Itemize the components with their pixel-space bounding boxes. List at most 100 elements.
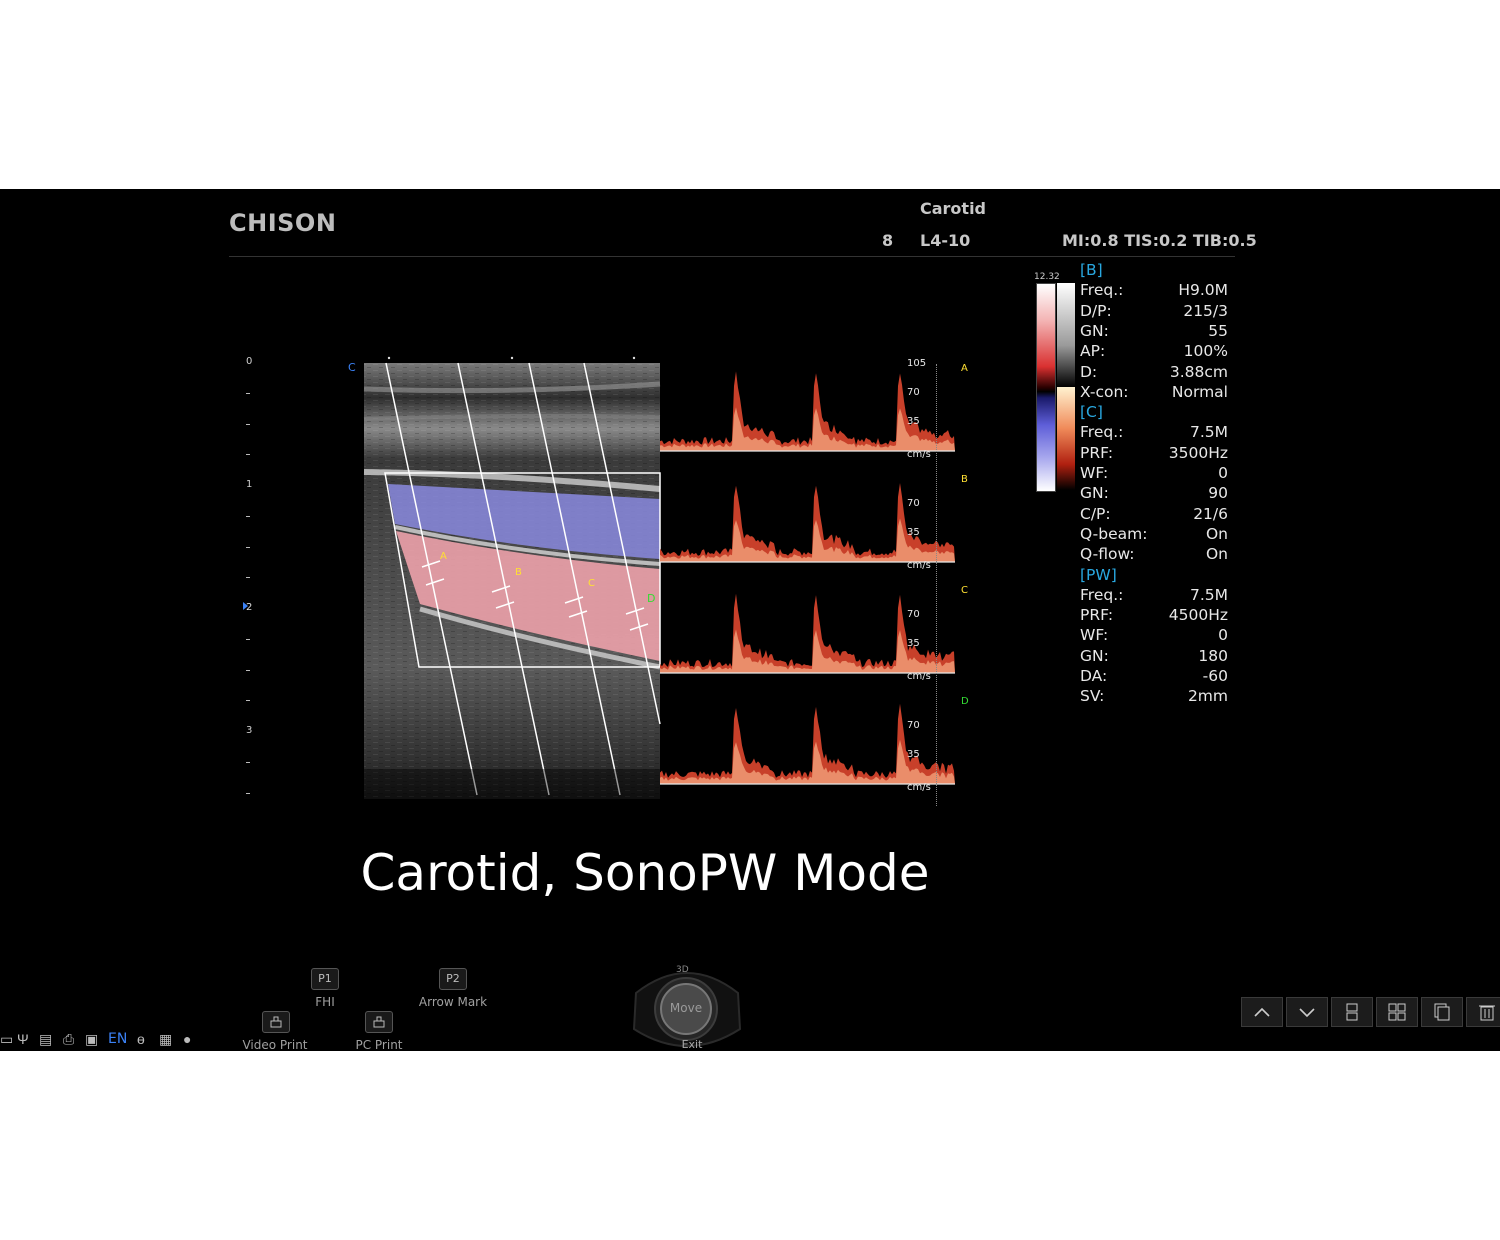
param-key: WF: xyxy=(1080,626,1109,645)
param-row: GN: 180 xyxy=(1080,646,1228,666)
gate-label-b: B xyxy=(515,567,522,578)
param-value: 0 xyxy=(1218,626,1228,645)
trace-scale-label: 35 xyxy=(907,416,920,427)
video-print-label: Video Print xyxy=(242,1038,308,1051)
trace-scale-label: 35 xyxy=(907,749,920,760)
safety-indices: MI:0.8 TIS:0.2 TIB:0.5 xyxy=(1062,231,1257,250)
image-corner-label: C xyxy=(348,361,356,374)
copy-icon xyxy=(1434,1003,1450,1021)
trackball-top-label: 3D xyxy=(676,965,689,975)
pc-print-label: PC Print xyxy=(355,1038,403,1051)
param-key: Q-flow: xyxy=(1080,545,1135,564)
printer-status-icon: ⎙ xyxy=(63,1031,75,1047)
depth-tick xyxy=(246,700,250,702)
network-icon: ▭ xyxy=(0,1031,14,1047)
print-icon xyxy=(270,1016,282,1028)
param-value: -60 xyxy=(1202,667,1228,685)
focus-dot-2 xyxy=(510,356,514,360)
depth-tick xyxy=(246,423,250,425)
param-key: X-con: xyxy=(1080,382,1129,401)
dicom-icon: ▦ xyxy=(159,1031,173,1047)
param-row: X-con: Normal xyxy=(1080,382,1228,402)
depth-label: 0 xyxy=(246,356,253,367)
copy-image-button[interactable] xyxy=(1421,997,1463,1027)
trace-scale-label: 35 xyxy=(907,527,920,538)
depth-tick xyxy=(246,392,250,394)
param-key: DA: xyxy=(1080,667,1108,685)
depth-tick xyxy=(246,515,250,517)
trace-scale-label: 70 xyxy=(907,720,920,731)
colorbar-max-label: 12.32 xyxy=(1034,272,1060,282)
param-key: AP: xyxy=(1080,342,1106,361)
param-value: On xyxy=(1205,524,1228,543)
param-row: Freq.: 7.5M xyxy=(1080,585,1228,605)
param-row: C/P: 21/6 xyxy=(1080,504,1228,524)
depth-tick xyxy=(246,577,250,579)
param-row: WF: 0 xyxy=(1080,625,1228,645)
param-row: Q-flow: On xyxy=(1080,544,1228,564)
battery-icon: ● xyxy=(183,1031,192,1047)
param-row: GN: 90 xyxy=(1080,483,1228,503)
layout-dual-button[interactable] xyxy=(1331,997,1373,1027)
param-key: WF: xyxy=(1080,464,1109,482)
trace-unit-label: cm/s xyxy=(907,671,931,682)
param-key: Q-beam: xyxy=(1080,524,1148,543)
focus-dot-3 xyxy=(632,356,636,360)
param-value: 4500Hz xyxy=(1168,606,1228,625)
trace-id-label: D xyxy=(961,696,969,707)
param-key: D/P: xyxy=(1080,301,1112,320)
ultrasound-screen: CHISON Carotid 8 L4-10 MI:0.8 TIS:0.2 TI… xyxy=(0,189,1500,1051)
chevron-down-icon xyxy=(1299,1008,1315,1018)
probe-index: 8 xyxy=(882,231,894,250)
trace-b xyxy=(660,483,955,563)
trace-d xyxy=(660,703,955,785)
trace-scale-label: 70 xyxy=(907,498,920,509)
depth-label: 3 xyxy=(246,725,253,736)
param-row: D: 3.88cm xyxy=(1080,362,1228,382)
delete-image-button[interactable] xyxy=(1466,997,1500,1027)
language-indicator[interactable]: EN xyxy=(108,1031,127,1047)
scroll-down-button[interactable] xyxy=(1286,997,1328,1027)
param-section-pw: [PW] xyxy=(1080,565,1117,584)
param-value: H9.0M xyxy=(1178,281,1228,300)
exam-preset: Carotid xyxy=(920,199,987,218)
param-value: 7.5M xyxy=(1189,423,1228,442)
param-value: On xyxy=(1205,545,1228,564)
focus-dot-1 xyxy=(387,356,391,360)
param-value: 100% xyxy=(1183,342,1228,361)
probe-status-icon: ɵ xyxy=(137,1031,145,1047)
trace-scale-line xyxy=(936,364,938,806)
pc-print-button[interactable] xyxy=(365,1011,393,1033)
param-key: GN: xyxy=(1080,646,1109,665)
param-value: 215/3 xyxy=(1183,301,1228,320)
param-key: D: xyxy=(1080,362,1098,381)
param-row: Freq.: H9.0M xyxy=(1080,280,1228,300)
p1-key[interactable]: P1 xyxy=(311,968,339,990)
probe-name: L4-10 xyxy=(920,231,971,250)
storage-icon: ▤ xyxy=(39,1031,53,1047)
gate-label-d: D xyxy=(647,592,656,605)
depth-label: 1 xyxy=(246,479,253,490)
mode-caption: Carotid, SonoPW Mode xyxy=(360,844,930,902)
scroll-up-button[interactable] xyxy=(1241,997,1283,1027)
param-row: SV: 2mm xyxy=(1080,686,1228,706)
trackball-center-label: Move xyxy=(669,1001,703,1015)
p2-label: Arrow Mark xyxy=(418,995,488,1009)
grayscale-bar xyxy=(1057,283,1075,387)
trash-icon xyxy=(1479,1005,1495,1021)
trace-scale-label: 70 xyxy=(907,387,920,398)
trace-c xyxy=(660,593,955,674)
trace-unit-label: cm/s xyxy=(907,449,931,460)
video-print-button[interactable] xyxy=(262,1011,290,1033)
trace-unit-label: cm/s xyxy=(907,560,931,571)
depth-tick xyxy=(246,761,250,763)
color-velocity-bar xyxy=(1036,283,1056,492)
param-value: 7.5M xyxy=(1189,585,1228,604)
focus-marker-icon xyxy=(243,602,248,610)
param-key: GN: xyxy=(1080,484,1109,503)
trace-a xyxy=(660,371,955,452)
bmode-color-image xyxy=(363,356,661,799)
param-key: Freq.: xyxy=(1080,423,1124,442)
layout-grid-button[interactable] xyxy=(1376,997,1418,1027)
p2-key[interactable]: P2 xyxy=(439,968,467,990)
